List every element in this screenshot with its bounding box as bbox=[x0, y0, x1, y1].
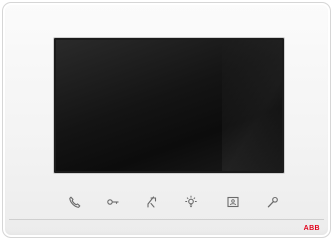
brand-logo: ABB bbox=[303, 225, 320, 232]
door-button[interactable] bbox=[143, 195, 159, 214]
light-bulb-icon bbox=[184, 195, 198, 214]
camera-button[interactable] bbox=[225, 196, 241, 212]
light-button[interactable] bbox=[183, 195, 199, 214]
intercom-panel: ABB bbox=[2, 2, 331, 238]
bottom-divider bbox=[9, 219, 324, 220]
settings-wrench-icon bbox=[266, 195, 280, 214]
display-screen[interactable] bbox=[56, 40, 282, 171]
key-icon bbox=[106, 195, 120, 214]
display-bezel bbox=[54, 38, 284, 173]
door-open-icon bbox=[144, 195, 158, 214]
button-row bbox=[67, 195, 278, 214]
call-button[interactable] bbox=[67, 196, 83, 212]
camera-monitor-icon bbox=[226, 195, 240, 214]
phone-handset-icon bbox=[68, 195, 82, 214]
stage: ABB bbox=[0, 0, 335, 242]
screen-glare bbox=[222, 40, 282, 171]
settings-button[interactable] bbox=[265, 196, 281, 212]
unlock-button[interactable] bbox=[105, 196, 121, 212]
